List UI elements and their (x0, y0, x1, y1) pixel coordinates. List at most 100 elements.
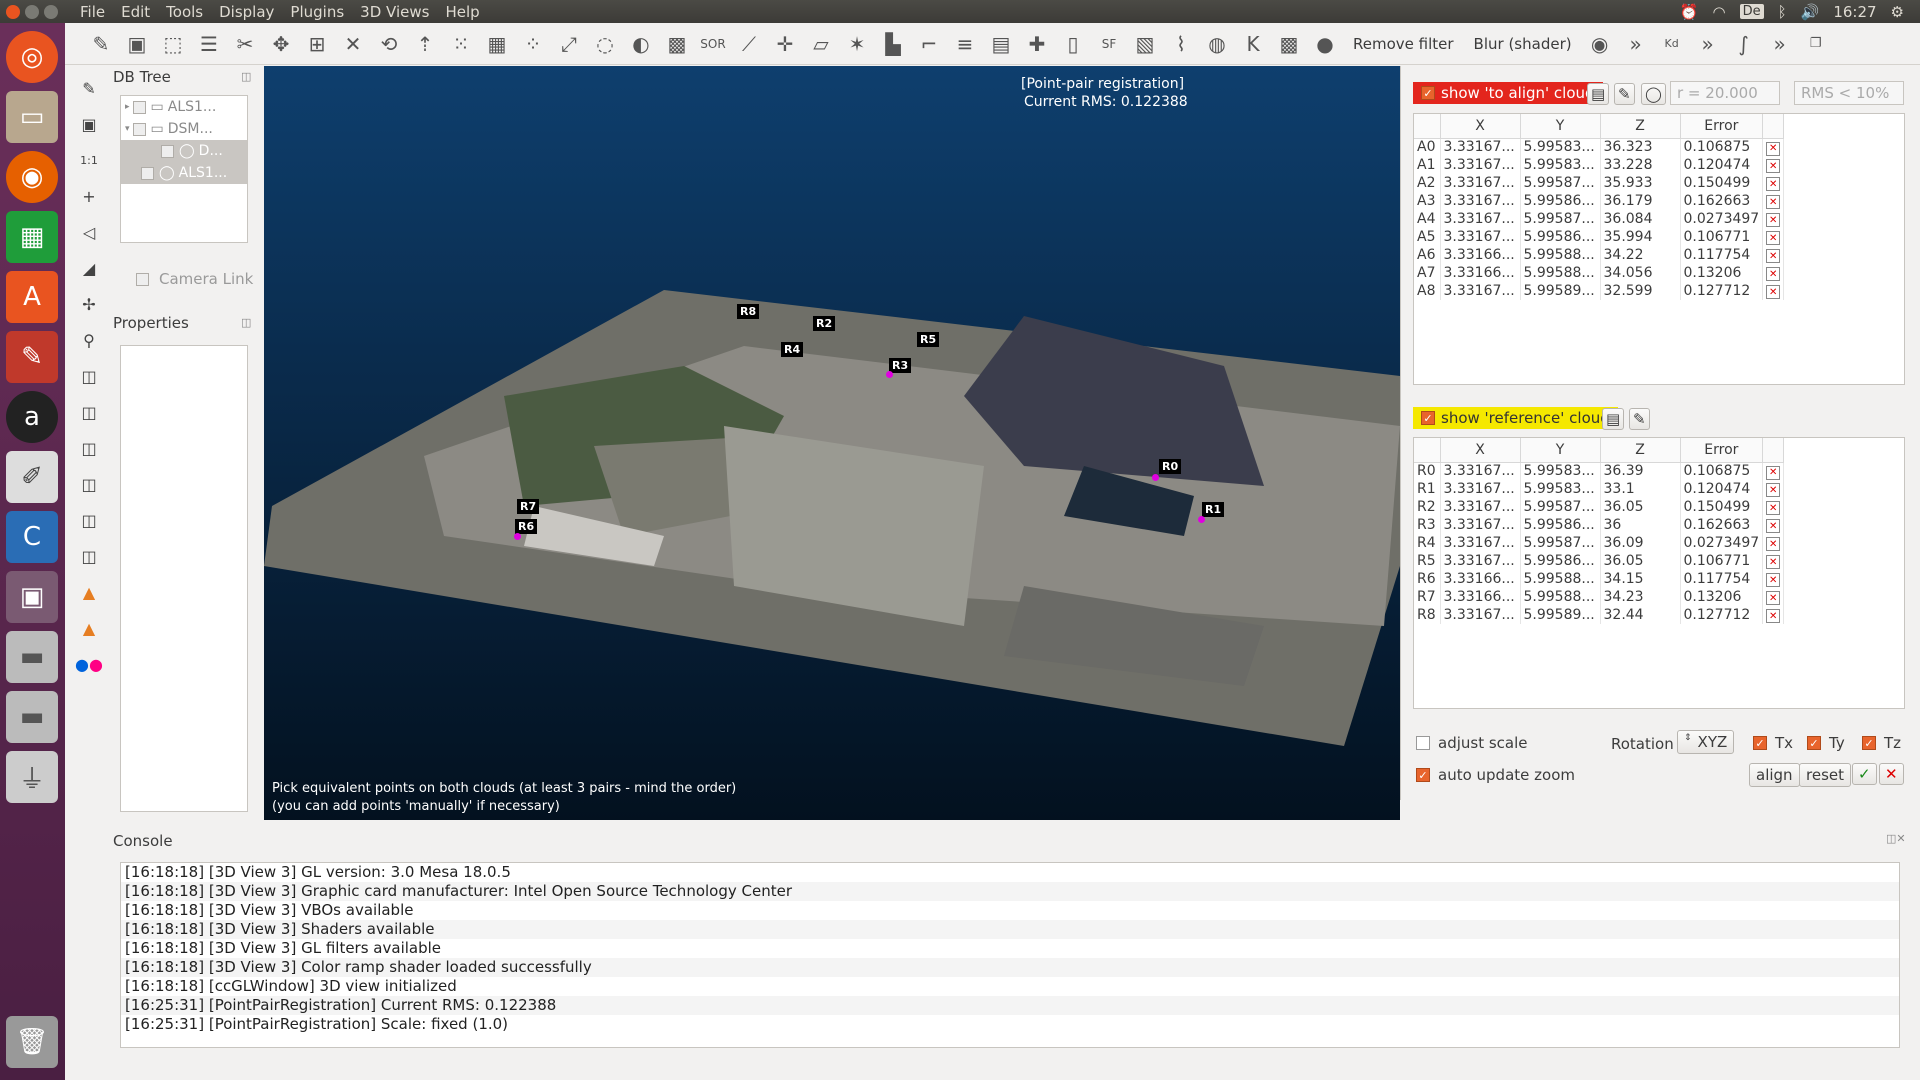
point-row[interactable]: A6 3.33166... 5.99588... 34.22 0.117754 ✕ (1414, 246, 1785, 264)
sphere-icon[interactable]: ● (1310, 29, 1340, 59)
settings-icon[interactable]: ⚙ (1891, 3, 1904, 21)
save-icon[interactable]: ▣ (122, 29, 152, 59)
checkbox[interactable] (132, 100, 146, 114)
point-row[interactable]: A4 3.33167... 5.99587... 36.084 0.0273497 ✕ (1414, 210, 1785, 228)
edit-icon[interactable]: ✎ (1629, 408, 1650, 430)
center-icon[interactable]: + (76, 183, 102, 209)
checkbox[interactable] (1416, 736, 1430, 750)
delete-point-icon[interactable]: ✕ (1766, 609, 1781, 624)
db-item-dsm[interactable]: DSM... (168, 121, 213, 137)
chat-icon[interactable]: ◍ (1202, 29, 1232, 59)
delete-point-icon[interactable]: ✕ (1766, 177, 1781, 192)
point-cloud[interactable] (264, 66, 1400, 820)
window-controls-icon[interactable]: ❐ (1801, 29, 1831, 59)
point-row[interactable]: A7 3.33166... 5.99588... 34.056 0.13206 ✕ (1414, 264, 1785, 282)
checkbox[interactable]: ✓ (1807, 736, 1821, 750)
grid-icon[interactable]: ▩ (662, 29, 692, 59)
delete-point-icon[interactable]: ✕ (1766, 231, 1781, 246)
amazon-icon[interactable]: a (6, 391, 58, 443)
checkbox[interactable]: ✓ (1421, 411, 1435, 425)
console-log[interactable]: [16:18:18] [3D View 3] GL version: 3.0 M… (120, 862, 1900, 1048)
noise-icon[interactable]: ⁘ (518, 29, 548, 59)
eye-icon[interactable]: ◉ (1585, 29, 1615, 59)
trash-icon[interactable]: 🗑 (6, 1016, 58, 1068)
db-item-d[interactable]: D... (199, 143, 223, 159)
point-row[interactable]: R2 3.33167... 5.99587... 36.05 0.150499 ✕ (1414, 498, 1785, 516)
more-icon-2[interactable]: » (1693, 29, 1723, 59)
point-marker-r1[interactable] (1198, 516, 1205, 523)
sor-icon[interactable]: SOR (698, 29, 728, 59)
menu-display[interactable]: Display (211, 3, 282, 21)
menu-3d-views[interactable]: 3D Views (352, 3, 437, 21)
dock-float-icon[interactable]: ◫ (241, 316, 251, 329)
k-icon[interactable]: K (1238, 29, 1268, 59)
validate-icon[interactable]: ✓ (1852, 763, 1877, 785)
camera-link-toggle[interactable]: Camera Link (136, 270, 253, 288)
plane-icon[interactable]: ▱ (806, 29, 836, 59)
point-row[interactable]: A8 3.33167... 5.99589... 32.599 0.127712 ✕ (1414, 282, 1785, 300)
point-row[interactable]: A3 3.33167... 5.99586... 36.179 0.162663 ✕ (1414, 192, 1785, 210)
menu-edit[interactable]: Edit (113, 3, 158, 21)
pencil-icon[interactable]: ✎ (76, 75, 102, 101)
alarm-icon[interactable]: ⏰ (1680, 3, 1699, 21)
align-points-table[interactable]: X Y Z Error A0 3.33167... 5.99583... 36.323… (1413, 113, 1905, 385)
light-icon[interactable]: ◢ (76, 255, 102, 281)
db-tree[interactable]: ▸ ▭ ALS1... ▾ ▭ DSM... ◯ D... ◯ ALS1... (120, 95, 248, 243)
close-icon[interactable] (6, 4, 20, 19)
menu-tools[interactable]: Tools (158, 3, 211, 21)
top-view-icon[interactable]: ◫ (76, 363, 102, 389)
spreadsheet-icon[interactable]: ▦ (6, 211, 58, 263)
reset-button[interactable]: reset (1799, 763, 1851, 787)
tools-icon[interactable]: ✎ (6, 331, 58, 383)
checkbox[interactable]: ✓ (1753, 736, 1767, 750)
delete-point-icon[interactable]: ✕ (1766, 519, 1781, 534)
bluetooth-icon[interactable]: ᛒ (1778, 3, 1787, 21)
wifi-icon[interactable]: ◠ (1713, 3, 1726, 21)
edit-icon[interactable]: ✎ (1614, 83, 1635, 105)
merge-icon[interactable]: ⊞ (302, 29, 332, 59)
register-icon[interactable]: ⟲ (374, 29, 404, 59)
delete-point-icon[interactable]: ✕ (1766, 159, 1781, 174)
perspective-icon[interactable]: ◁ (76, 219, 102, 245)
rotate-center-icon[interactable]: ✢ (76, 291, 102, 317)
checkbox[interactable]: ✓ (1862, 736, 1876, 750)
align-button[interactable]: align (1749, 763, 1800, 787)
cloudcompare-icon[interactable]: C (6, 511, 58, 563)
drive-icon-2[interactable]: ▬ (6, 691, 58, 743)
histogram-icon[interactable]: ▙ (878, 29, 908, 59)
flickr-icon[interactable]: ● ● (75, 651, 103, 677)
point-row[interactable]: R1 3.33167... 5.99583... 33.1 0.120474 ✕ (1414, 480, 1785, 498)
delete-point-icon[interactable]: ✕ (1766, 537, 1781, 552)
distance-icon[interactable]: ⤢ (554, 29, 584, 59)
sphere-toggle-icon[interactable]: ◯ (1641, 83, 1666, 105)
normals-icon[interactable]: ⇡ (410, 29, 440, 59)
point-row[interactable]: R0 3.33167... 5.99583... 36.39 0.106875 ✕ (1414, 462, 1785, 480)
point-row[interactable]: R8 3.33167... 5.99589... 32.44 0.127712 ✕ (1414, 606, 1785, 624)
curve-icon[interactable]: ∫ (1729, 29, 1759, 59)
delete-point-icon[interactable]: ✕ (1766, 573, 1781, 588)
delete-point-icon[interactable]: ✕ (1766, 141, 1781, 156)
scalar-icon[interactable]: ≡ (950, 29, 980, 59)
camera-link-checkbox[interactable] (136, 272, 149, 286)
subsample-icon[interactable]: ⁙ (446, 29, 476, 59)
dock-float-icon[interactable]: ◫✕ (1886, 832, 1906, 845)
properties-panel[interactable] (120, 345, 248, 812)
point-row[interactable]: A5 3.33167... 5.99586... 35.994 0.106771 ✕ (1414, 228, 1785, 246)
mesh-icon[interactable]: ▦ (482, 29, 512, 59)
blur-shader-button[interactable]: Blur (shader) (1464, 35, 1582, 53)
delete-point-icon[interactable]: ✕ (1766, 267, 1781, 282)
split-icon[interactable]: ✶ (842, 29, 872, 59)
add-icon[interactable]: ✚ (1022, 29, 1052, 59)
delete-point-icon[interactable]: ✕ (1766, 591, 1781, 606)
remove-filter-button[interactable]: Remove filter (1343, 35, 1464, 53)
iso-front-icon[interactable]: ▲ (76, 579, 102, 605)
keyboard-layout[interactable]: De (1739, 4, 1764, 19)
point-marker-r0[interactable] (1152, 474, 1159, 481)
calc-icon[interactable]: ▯ (1058, 29, 1088, 59)
maximize-icon[interactable] (44, 4, 58, 19)
color-scale-icon[interactable]: ▤ (1602, 408, 1625, 430)
noise-filter-icon[interactable]: ▩ (1274, 29, 1304, 59)
segment-icon[interactable]: ✂ (230, 29, 260, 59)
one-to-one-icon[interactable]: 1:1 (76, 147, 102, 173)
point-row[interactable]: R4 3.33167... 5.99587... 36.09 0.0273497 ✕ (1414, 534, 1785, 552)
